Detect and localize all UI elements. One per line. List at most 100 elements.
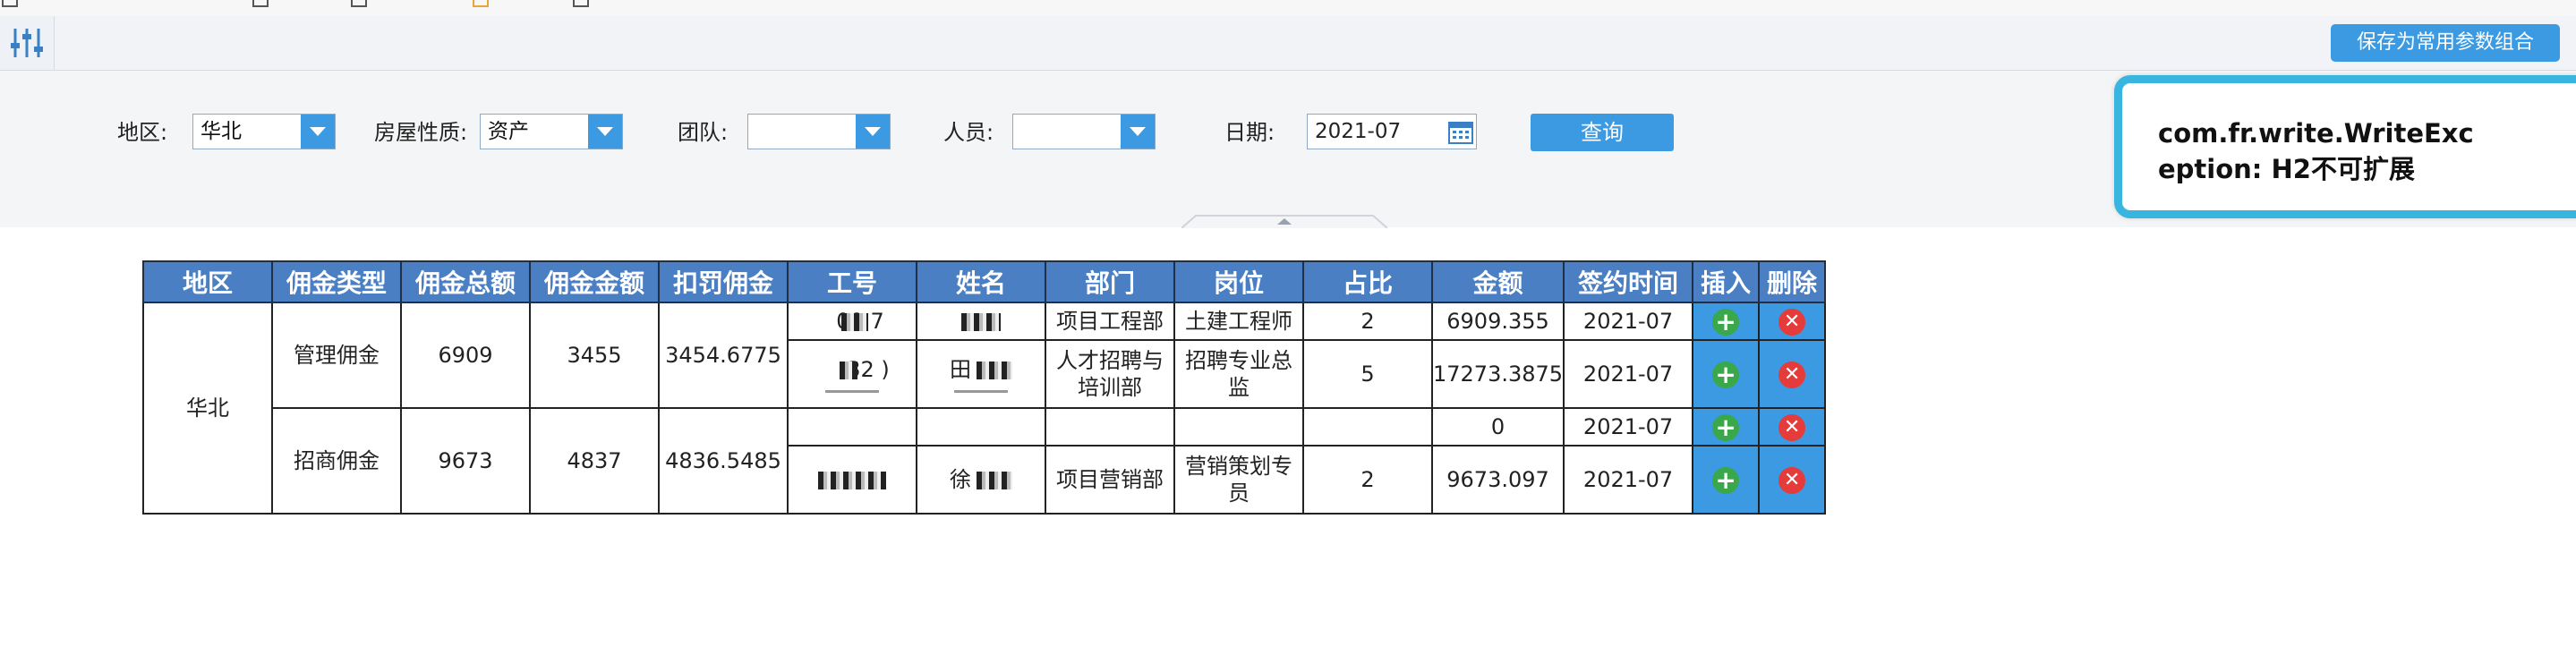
error-tooltip: com.fr.write.WriteException: H2不可扩展 <box>2114 75 2576 218</box>
column-header: 插入 <box>1692 260 1761 303</box>
redaction-mask <box>977 361 1012 379</box>
emp-id-cell[interactable] <box>787 407 917 447</box>
house-type-value: 资产 <box>488 120 529 143</box>
column-header: 占比 <box>1302 260 1433 303</box>
sign-date-cell[interactable]: 2021-07 <box>1563 339 1694 409</box>
redaction-mask <box>977 472 1012 489</box>
sign-date-cell[interactable]: 2021-07 <box>1563 407 1694 447</box>
chevron-down-icon <box>1130 127 1146 136</box>
insert-button[interactable]: + <box>1692 407 1761 447</box>
sliders-icon <box>11 29 43 57</box>
top-menu-strip <box>0 0 2576 17</box>
redaction-mask <box>961 313 1001 331</box>
close-icon: ✕ <box>1778 308 1806 336</box>
menu-icon[interactable] <box>2 0 18 7</box>
parameter-settings-button[interactable] <box>0 16 55 70</box>
insert-button[interactable]: + <box>1692 445 1761 515</box>
close-icon: ✕ <box>1778 413 1806 441</box>
dept-cell[interactable]: 人才招聘与培训部 <box>1045 339 1175 409</box>
ratio-cell[interactable]: 2 <box>1302 445 1433 515</box>
team-select[interactable] <box>747 114 891 149</box>
menu-icon[interactable] <box>573 0 589 7</box>
post-cell[interactable]: 招聘专业总监 <box>1173 339 1304 409</box>
delete-button[interactable]: ✕ <box>1758 302 1827 341</box>
name-cell[interactable] <box>916 407 1046 447</box>
name-text: 徐 <box>950 467 971 492</box>
menu-icon[interactable] <box>351 0 367 7</box>
staff-select[interactable] <box>1012 114 1156 149</box>
penalty-cell: 3454.6775 <box>658 302 789 409</box>
dept-cell[interactable] <box>1045 407 1175 447</box>
house-type-select[interactable]: 资产 <box>480 114 623 149</box>
dept-cell[interactable]: 项目工程部 <box>1045 302 1175 341</box>
region-select[interactable]: 华北 <box>192 114 336 149</box>
column-header: 佣金总额 <box>400 260 531 303</box>
dept-cell[interactable]: 项目营销部 <box>1045 445 1175 515</box>
commission-table: 地区 佣金类型 佣金总额 佣金金额 扣罚佣金 工号 姓名 部门 岗位 占比 金额… <box>142 260 1827 515</box>
commission-total-cell: 9673 <box>400 407 531 515</box>
table-row: 招商佣金 9673 4837 4836.5485 0 2021-07 + ✕ <box>143 407 1827 515</box>
column-header: 工号 <box>787 260 917 303</box>
column-header: 删除 <box>1758 260 1827 303</box>
chevron-down-icon <box>310 127 326 136</box>
commission-amount-cell: 3455 <box>529 302 660 409</box>
ratio-cell[interactable] <box>1302 407 1433 447</box>
house-type-label: 房屋性质: <box>374 120 468 145</box>
region-cell: 华北 <box>142 302 273 515</box>
penalty-cell: 4836.5485 <box>658 407 789 515</box>
house-type-dropdown-button[interactable] <box>588 115 622 149</box>
column-header: 金额 <box>1430 260 1565 303</box>
date-input[interactable]: 2021-07 <box>1307 114 1477 149</box>
post-cell[interactable]: 土建工程师 <box>1173 302 1304 341</box>
calendar-icon[interactable] <box>1447 118 1474 145</box>
ratio-cell[interactable]: 2 <box>1302 302 1433 341</box>
plus-icon: + <box>1712 308 1740 336</box>
delete-button[interactable]: ✕ <box>1758 445 1827 515</box>
commission-amount-cell: 4837 <box>529 407 660 515</box>
collapse-panel-handle[interactable] <box>1181 214 1387 228</box>
parameter-toolbar: 保存为常用参数组合 <box>0 16 2576 71</box>
column-header: 佣金金额 <box>529 260 660 303</box>
commission-total-cell: 6909 <box>400 302 531 409</box>
sign-date-cell[interactable]: 2021-07 <box>1563 445 1694 515</box>
team-label: 团队: <box>678 120 729 145</box>
name-cell[interactable] <box>916 302 1046 341</box>
plus-icon: + <box>1712 361 1740 388</box>
plus-icon: + <box>1712 466 1740 494</box>
chevron-down-icon <box>865 127 881 136</box>
name-text: 田 <box>950 356 971 382</box>
team-dropdown-button[interactable] <box>856 115 890 149</box>
query-button[interactable]: 查询 <box>1531 114 1674 151</box>
sign-date-cell[interactable]: 2021-07 <box>1563 302 1694 341</box>
region-dropdown-button[interactable] <box>301 115 335 149</box>
delete-button[interactable]: ✕ <box>1758 407 1827 447</box>
plus-icon: + <box>1712 413 1740 441</box>
name-cell[interactable]: 徐 <box>916 445 1046 515</box>
money-cell: 17273.3875 <box>1430 339 1565 409</box>
column-header: 佣金类型 <box>271 260 402 303</box>
ratio-cell[interactable]: 5 <box>1302 339 1433 409</box>
staff-label: 人员: <box>943 120 994 145</box>
column-header: 部门 <box>1045 260 1175 303</box>
redaction-mask <box>839 361 857 379</box>
post-cell[interactable]: 营销策划专员 <box>1173 445 1304 515</box>
post-cell[interactable] <box>1173 407 1304 447</box>
money-cell: 6909.355 <box>1430 302 1565 341</box>
save-param-combo-button[interactable]: 保存为常用参数组合 <box>2331 24 2560 62</box>
menu-icon[interactable] <box>252 0 269 7</box>
column-header: 岗位 <box>1173 260 1304 303</box>
column-header: 签约时间 <box>1563 260 1694 303</box>
delete-button[interactable]: ✕ <box>1758 339 1827 409</box>
emp-id-cell[interactable]: 32 ) <box>787 339 917 409</box>
emp-id-cell[interactable]: 00 7 <box>787 302 917 341</box>
staff-dropdown-button[interactable] <box>1121 115 1155 149</box>
money-cell: 9673.097 <box>1430 445 1565 515</box>
commission-type-cell: 管理佣金 <box>271 302 402 409</box>
name-cell[interactable]: 田 <box>916 339 1046 409</box>
menu-icon[interactable] <box>473 0 489 7</box>
redaction-mask <box>840 313 868 331</box>
insert-button[interactable]: + <box>1692 302 1761 341</box>
insert-button[interactable]: + <box>1692 339 1761 409</box>
table-header-row: 地区 佣金类型 佣金总额 佣金金额 扣罚佣金 工号 姓名 部门 岗位 占比 金额… <box>142 260 1827 303</box>
emp-id-cell[interactable] <box>787 445 917 515</box>
